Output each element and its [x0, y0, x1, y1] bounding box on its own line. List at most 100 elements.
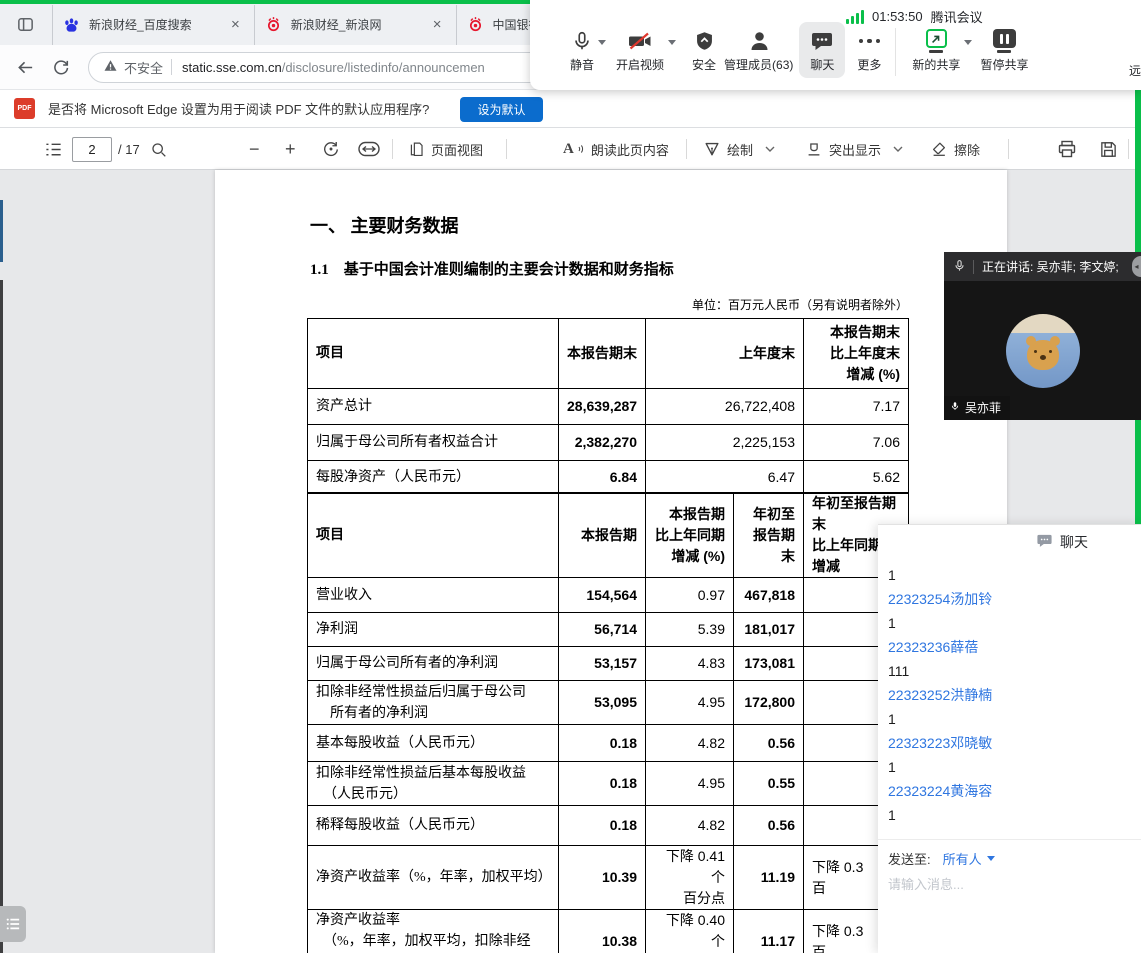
chat-sender-link[interactable]: 22323236薛蓓	[888, 635, 1141, 659]
eraser-icon	[930, 140, 948, 158]
page-number-input[interactable]	[72, 137, 112, 162]
table-cell: 归属于母公司所有者的净利润	[308, 647, 559, 681]
chat-message-input[interactable]	[888, 877, 1118, 892]
url-domain: static.sse.com.cn	[182, 60, 282, 75]
table-cell: 营业收入	[308, 578, 559, 613]
share-options-caret[interactable]	[964, 40, 972, 45]
table-cell: 7.06	[804, 425, 909, 461]
table-cell: 4.82	[646, 806, 734, 846]
read-aloud-button[interactable]: A 朗读此页内容	[563, 128, 669, 170]
chat-sender-link[interactable]: 22323252洪静楠	[888, 683, 1141, 707]
security-button[interactable]: 安全	[692, 28, 716, 71]
tab-workspaces-icon[interactable]	[8, 11, 42, 39]
table-row: 基本每股收益（人民币元）0.184.820.56	[308, 725, 909, 762]
chat-panel: 聊天 122323254汤加铃122323236薛蓓11122323252洪静楠…	[878, 524, 1141, 953]
table-cell: 4.83	[646, 647, 734, 681]
chat-sender-link[interactable]: 22323224黄海容	[888, 779, 1141, 803]
table-row: 归属于母公司所有者权益合计2,382,2702,225,1537.06	[308, 425, 909, 461]
table-row: 项目本报告期本报告期 比上年同期 增减 (%)年初至 报告期末年初至报告期末 比…	[308, 493, 909, 578]
highlight-button[interactable]: 突出显示	[805, 128, 903, 170]
document-heading: 一、 主要财务数据	[310, 212, 459, 238]
background-window-edge	[0, 280, 3, 953]
header-cell: 本报告期末	[559, 319, 646, 389]
table-row: 资产总计28,639,28726,722,4087.17	[308, 389, 909, 425]
highlight-icon	[805, 140, 823, 158]
table-cell: 0.55	[734, 762, 804, 806]
table-cell: 每股净资产（人民币元）	[308, 461, 559, 494]
page-total: / 17	[118, 142, 140, 157]
table-cell: 10.39	[559, 846, 646, 910]
mute-options-caret[interactable]	[598, 40, 606, 45]
chat-panel-header: 聊天	[878, 525, 1141, 559]
chat-sender-link[interactable]: 22323223邓晓敏	[888, 731, 1141, 755]
search-icon[interactable]	[150, 128, 167, 170]
collapse-handle-icon[interactable]: ◂	[1132, 256, 1141, 277]
chevron-down-icon	[893, 146, 903, 152]
table-row: 净资产收益率（%，年率，加权平均）10.39下降 0.41 个 百分点11.19…	[308, 846, 909, 910]
table-cell: 7.17	[804, 389, 909, 425]
baidu-icon	[63, 16, 80, 33]
chat-button[interactable]: 聊天	[799, 22, 845, 78]
browser-tab[interactable]: 新浪财经_百度搜索 ×	[52, 5, 254, 45]
print-icon[interactable]	[1057, 128, 1077, 170]
table-cell: 0.56	[734, 725, 804, 762]
read-aloud-icon: A	[563, 141, 574, 158]
video-options-caret[interactable]	[668, 40, 676, 45]
page-view-button[interactable]: 页面视图	[408, 128, 483, 170]
mute-button[interactable]: 静音	[570, 28, 594, 71]
remote-control-button[interactable]: 远	[1129, 62, 1141, 79]
table-cell: 0.18	[559, 725, 646, 762]
table-cell: 净资产收益率（%，年率，加权平均）	[308, 846, 559, 910]
financial-table-income: 项目本报告期本报告期 比上年同期 增减 (%)年初至 报告期末年初至报告期末 比…	[307, 492, 909, 953]
meeting-status: 01:53:50 腾讯会议	[846, 7, 983, 26]
microphone-icon	[950, 400, 960, 415]
browser-tab[interactable]: 新浪财经_新浪网 ×	[254, 5, 456, 45]
new-share-button[interactable]: 新的共享	[912, 28, 960, 71]
refresh-icon[interactable]	[46, 52, 76, 82]
tab-title: 新浪财经_百度搜索	[89, 16, 217, 33]
member-icon	[747, 28, 771, 54]
save-icon[interactable]	[1099, 128, 1118, 170]
video-thumbnail[interactable]: 正在讲话: 吴亦菲; 李文婷; ◂ 吴亦菲	[944, 252, 1141, 420]
zoom-out-icon[interactable]: −	[249, 128, 260, 170]
chat-message-text: 1	[888, 707, 1141, 731]
tab-close-icon[interactable]: ×	[227, 16, 244, 33]
pdf-file-icon: PDF	[14, 98, 35, 119]
sina-icon	[467, 16, 484, 33]
background-window-edge	[0, 200, 3, 262]
fit-width-icon[interactable]	[358, 128, 380, 170]
chat-message-text: 1	[888, 563, 1141, 587]
start-video-button[interactable]: 开启视频	[616, 28, 664, 71]
table-cell: 10.38	[559, 910, 646, 953]
tab-close-icon[interactable]: ×	[429, 16, 446, 33]
chat-footer: 发送至: 所有人	[878, 839, 1141, 894]
zoom-in-icon[interactable]: +	[285, 128, 296, 170]
table-cell: 2,225,153	[646, 425, 804, 461]
chat-panel-title: 聊天	[1060, 532, 1088, 552]
table-cell: 26,722,408	[646, 389, 804, 425]
send-to-selector[interactable]: 所有人	[943, 849, 982, 868]
url-path: /disclosure/listedinfo/announcemen	[282, 60, 485, 75]
rotate-icon[interactable]	[322, 128, 340, 170]
draw-button[interactable]: 绘制	[703, 128, 775, 170]
pause-share-button[interactable]: 暂停共享	[980, 28, 1028, 71]
more-dots-icon	[859, 28, 881, 54]
more-button[interactable]: 更多	[857, 28, 881, 71]
send-to-caret-icon[interactable]	[987, 856, 995, 861]
erase-button[interactable]: 擦除	[930, 128, 980, 170]
table-cell: 4.95	[646, 762, 734, 806]
outline-icon[interactable]	[44, 128, 63, 170]
manage-members-button[interactable]: 管理成员(63)	[724, 28, 793, 71]
chat-message-text: 1	[888, 803, 1141, 827]
notification-message: 是否将 Microsoft Edge 设置为用于阅读 PDF 文件的默认应用程序…	[48, 99, 429, 118]
back-icon[interactable]	[10, 52, 40, 82]
chat-sender-link[interactable]: 22323254汤加铃	[888, 587, 1141, 611]
pdf-sidebar-toggle-button[interactable]	[0, 906, 26, 942]
table-row: 每股净资产（人民币元）6.846.475.62	[308, 461, 909, 494]
chevron-down-icon	[765, 146, 775, 152]
divider	[1128, 139, 1129, 159]
set-default-button[interactable]: 设为默认	[460, 97, 543, 122]
pause-share-icon	[993, 28, 1016, 54]
draw-icon	[703, 140, 721, 158]
table-cell: 0.18	[559, 806, 646, 846]
